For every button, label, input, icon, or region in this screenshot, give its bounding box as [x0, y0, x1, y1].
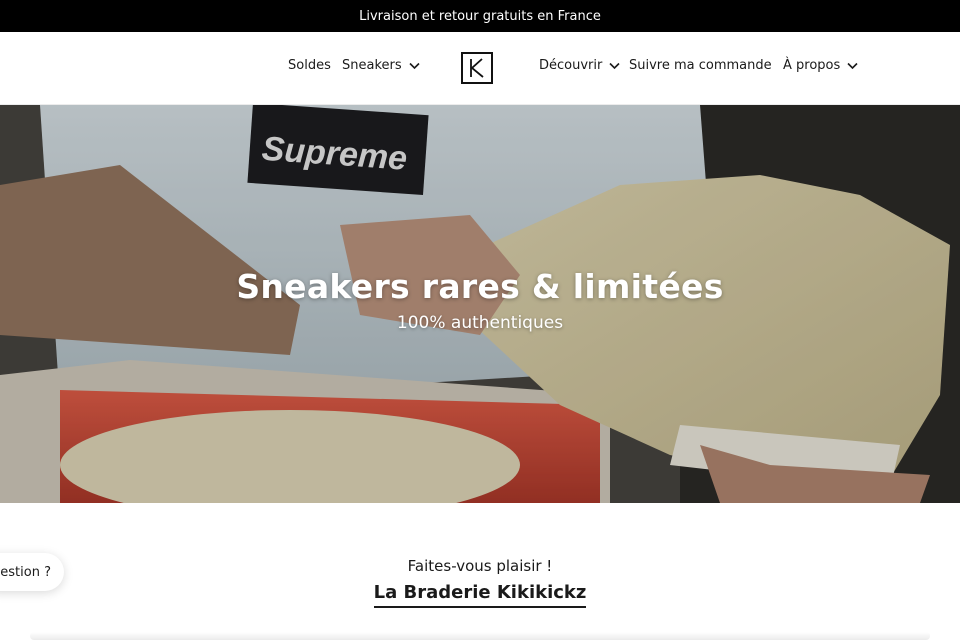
next-section-shadow [30, 632, 930, 640]
nav-decouvrir-label: Découvrir [539, 58, 603, 73]
nav-a-propos[interactable]: À propos [783, 58, 858, 73]
chat-question-button[interactable]: Une question ? [0, 553, 64, 591]
nav-sneakers-label: Sneakers [342, 58, 402, 73]
logo-k-icon [470, 58, 484, 78]
section-title-link[interactable]: La Braderie Kikikickz [373, 582, 587, 608]
announcement-bar: Livraison et retour gratuits en France [0, 0, 960, 32]
chevron-down-icon [847, 62, 858, 69]
kikikickz-logo-icon[interactable] [461, 52, 493, 84]
nav-suivre-commande[interactable]: Suivre ma commande [629, 58, 772, 73]
nav-apropos-label: À propos [783, 58, 841, 73]
site-header: Soldes Sneakers Découvrir Suivre ma comm… [0, 32, 960, 105]
nav-suivre-label: Suivre ma commande [629, 58, 772, 73]
nav-sneakers[interactable]: Sneakers [342, 58, 420, 73]
nav-soldes-label: Soldes [288, 58, 331, 73]
hero-banner: Supreme Sneakers rares & limitées 100% a… [0, 105, 960, 503]
chat-label: Une question ? [0, 564, 51, 580]
chevron-down-icon [409, 62, 420, 69]
nav-decouvrir[interactable]: Découvrir [539, 58, 620, 73]
announcement-text: Livraison et retour gratuits en France [359, 8, 601, 24]
nav-soldes[interactable]: Soldes [288, 58, 331, 73]
section-title-wrap: La Braderie Kikikickz [0, 582, 960, 608]
hero-title: Sneakers rares & limitées [236, 267, 724, 306]
chevron-down-icon [609, 62, 620, 69]
section-kicker: Faites-vous plaisir ! [407, 557, 553, 575]
hero-subtitle: 100% authentiques [396, 313, 564, 333]
